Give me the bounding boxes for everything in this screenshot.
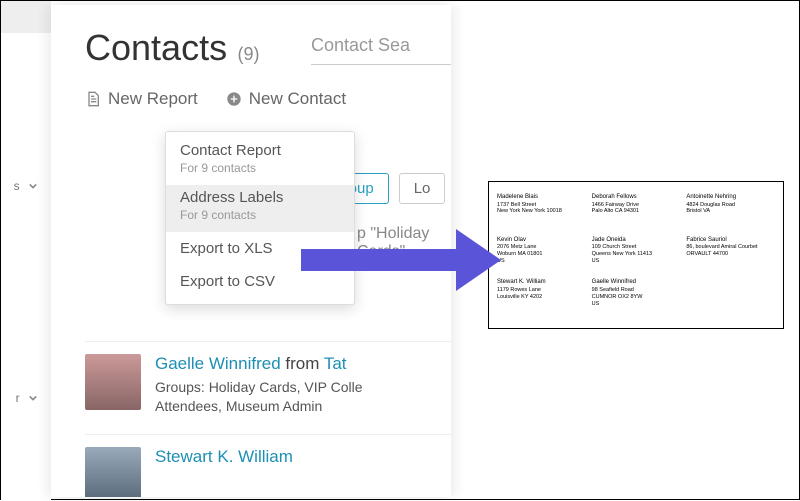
labels-grid: Madelene Blais1737 Bell StreetNew York N…	[497, 194, 775, 316]
label-cell: Antoinette Nehring4824 Douglas RoadBrist…	[686, 194, 775, 231]
list-item-body: Gaelle Winnifred from Tat Groups: Holida…	[155, 354, 363, 416]
label-name: Stewart K. William	[497, 279, 586, 287]
chevron-down-icon	[29, 179, 37, 193]
label-line: Queens New York 11413	[592, 251, 681, 258]
new-report-label: New Report	[108, 89, 198, 109]
avatar	[85, 354, 141, 410]
menu-contact-report-label: Contact Report	[180, 142, 340, 159]
label-cell: Kevin Olav2076 Metz LaneWoburn MA 01801U…	[497, 237, 586, 274]
label-line: US	[592, 301, 681, 308]
label-name: Jade Oneida	[592, 237, 681, 245]
label-line: 4824 Douglas Road	[686, 202, 775, 209]
plus-circle-icon	[226, 91, 242, 107]
label-name: Gaelle Winnifred	[592, 279, 681, 287]
tab-contact-search[interactable]: Contact Sea	[311, 35, 451, 65]
label-cell: Madelene Blais1737 Bell StreetNew York N…	[497, 194, 586, 231]
label-line: 1737 Bell Street	[497, 202, 586, 209]
list-item-body: Stewart K. William	[155, 447, 293, 497]
sidebar-selected-bg	[1, 1, 51, 33]
sidebar-item-a-label: s	[14, 179, 20, 193]
contact-org-link[interactable]: Tat	[324, 354, 347, 373]
sidebar-item-b[interactable]: r	[1, 381, 43, 415]
sidebar: s r	[1, 1, 51, 501]
label-line: 86, boulevard Amiral Courbet	[686, 244, 775, 251]
actions-row: New Report New Contact	[85, 89, 451, 109]
label-cell	[686, 279, 775, 316]
new-contact-label: New Contact	[249, 89, 346, 109]
list-item[interactable]: Stewart K. William	[85, 434, 451, 497]
address-labels-preview: Madelene Blais1737 Bell StreetNew York N…	[488, 181, 784, 329]
label-line: 98 Seafield Road	[592, 287, 681, 294]
label-name: Deborah Fellows	[592, 194, 681, 202]
avatar	[85, 447, 141, 497]
contact-list: Gaelle Winnifred from Tat Groups: Holida…	[85, 341, 451, 497]
page-title: Contacts	[85, 27, 227, 68]
label-line: 1179 Rowes Lane	[497, 287, 586, 294]
label-line: Louisville KY 4202	[497, 294, 586, 301]
label-line: US	[497, 258, 586, 265]
label-cell: Jade Oneida109 Church StreetQueens New Y…	[592, 237, 681, 274]
filter-location[interactable]: Lo	[399, 173, 446, 204]
document-icon	[85, 91, 101, 107]
sidebar-item-b-label: r	[16, 391, 20, 405]
new-report-button[interactable]: New Report	[85, 89, 198, 109]
contact-groups: Groups: Holiday Cards, VIP Colle Attende…	[155, 378, 363, 416]
label-line: 2076 Metz Lane	[497, 244, 586, 251]
new-contact-button[interactable]: New Contact	[226, 89, 346, 109]
arrow-icon	[301, 219, 501, 299]
label-line: US	[592, 258, 681, 265]
label-cell: Stewart K. William1179 Rowes LaneLouisvi…	[497, 279, 586, 316]
menu-contact-report-desc: For 9 contacts	[180, 161, 340, 175]
contact-name-link[interactable]: Gaelle Winnifred	[155, 354, 281, 373]
label-cell: Deborah Fellows1466 Fairway DrivePalo Al…	[592, 194, 681, 231]
label-line: Bristol VA	[686, 208, 775, 215]
label-name: Fabrice Sauriol	[686, 237, 775, 245]
menu-address-labels-label: Address Labels	[180, 189, 340, 206]
chevron-down-icon	[29, 391, 37, 405]
label-line: ORVAULT 44700	[686, 251, 775, 258]
label-line: 1466 Fairway Drive	[592, 202, 681, 209]
label-line: Palo Alto CA 94301	[592, 208, 681, 215]
label-name: Kevin Olav	[497, 237, 586, 245]
label-cell: Fabrice Sauriol86, boulevard Amiral Cour…	[686, 237, 775, 274]
contact-name-link[interactable]: Stewart K. William	[155, 447, 293, 466]
label-line: Woburn MA 01801	[497, 251, 586, 258]
list-item[interactable]: Gaelle Winnifred from Tat Groups: Holida…	[85, 341, 451, 434]
label-cell: Gaelle Winnifred98 Seafield RoadCUMNOR O…	[592, 279, 681, 316]
label-line: 109 Church Street	[592, 244, 681, 251]
sidebar-item-a[interactable]: s	[1, 169, 43, 203]
frame: s r Contacts (9) Contact Sea New Repor	[0, 0, 800, 500]
label-line: New York New York 10018	[497, 208, 586, 215]
contact-from: from	[285, 354, 319, 373]
tab-label: Contact Sea	[311, 35, 410, 55]
filter-location-label: Lo	[414, 180, 431, 197]
page-count: (9)	[238, 44, 260, 64]
label-line: CUMNOR OX2 8YW	[592, 294, 681, 301]
menu-contact-report[interactable]: Contact Report For 9 contacts	[166, 138, 354, 185]
label-name: Antoinette Nehring	[686, 194, 775, 202]
label-name: Madelene Blais	[497, 194, 586, 202]
